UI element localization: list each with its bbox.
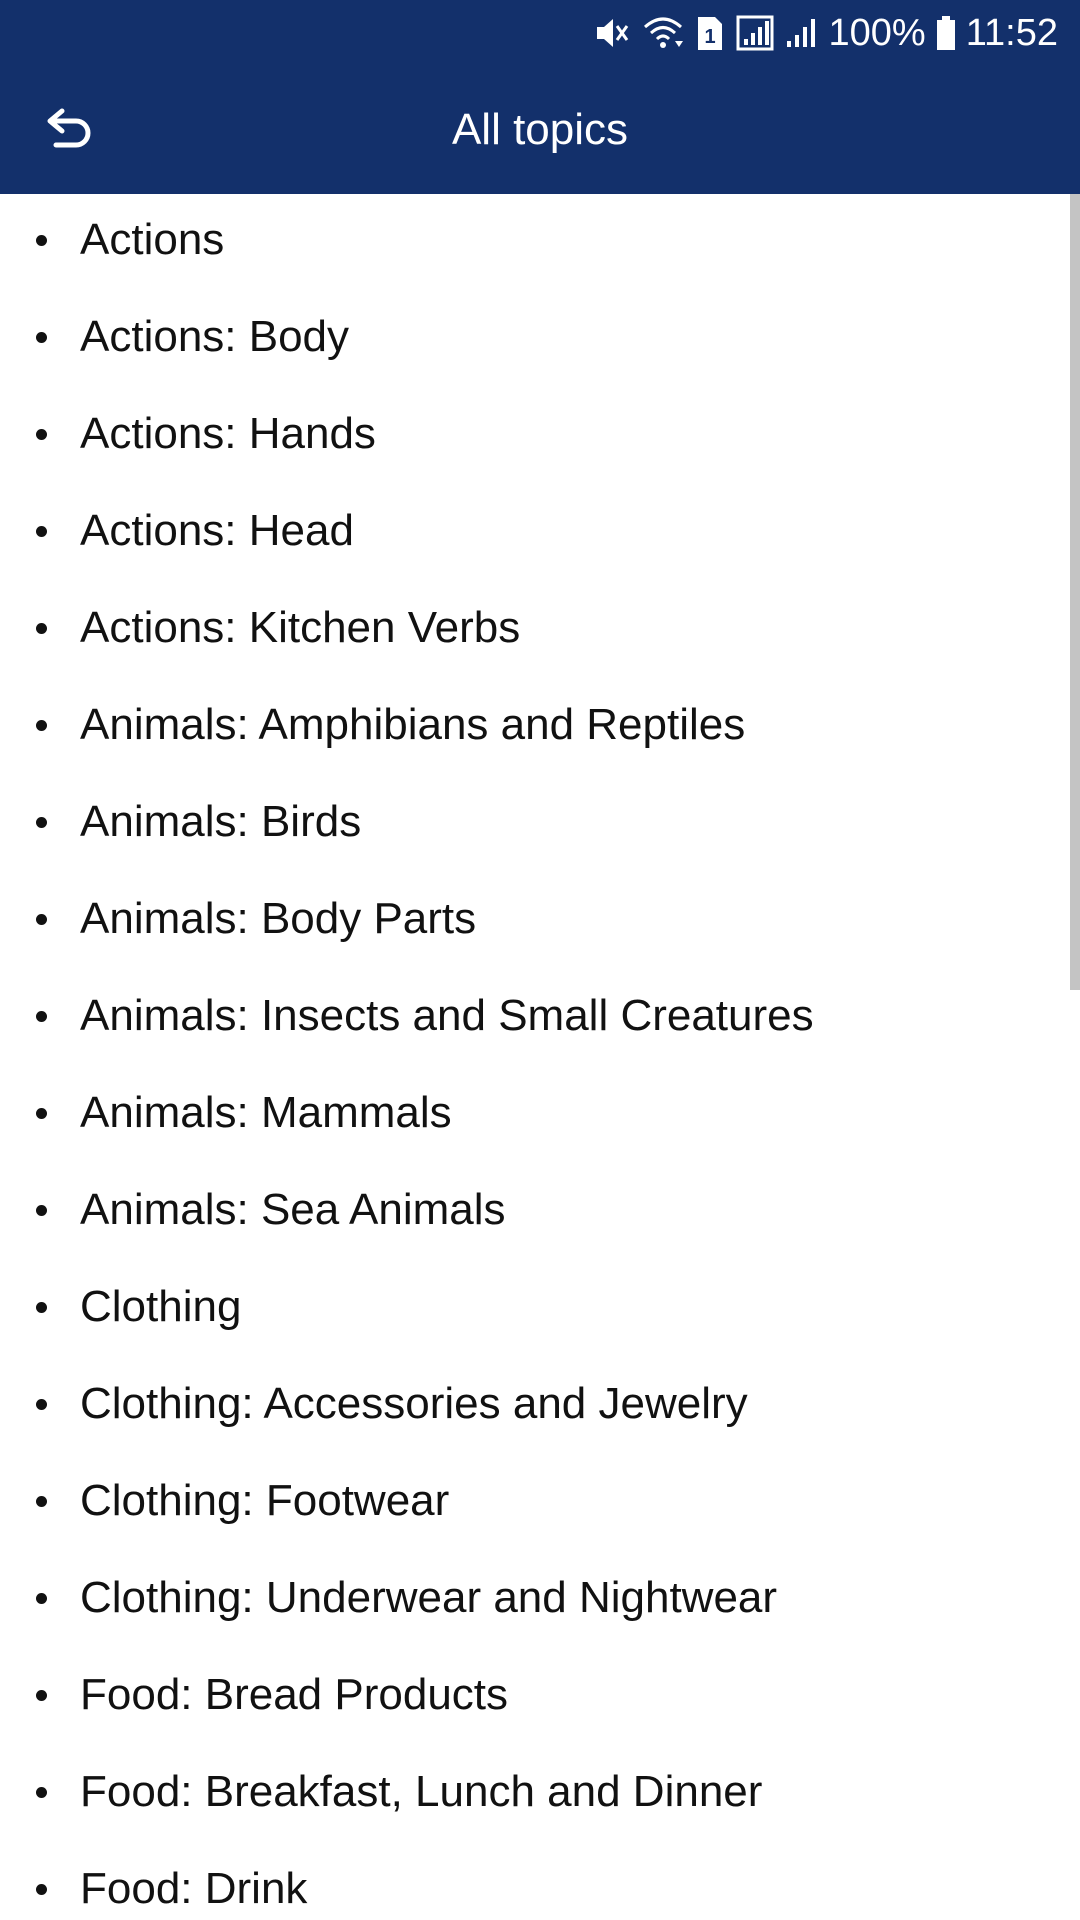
bullet-icon bbox=[36, 1593, 47, 1604]
bullet-icon bbox=[36, 1496, 47, 1507]
topic-list: Actions Actions: Body Actions: Hands Action… bbox=[0, 204, 1080, 1920]
topic-list-item[interactable]: Animals: Sea Animals bbox=[0, 1174, 1080, 1271]
bullet-icon bbox=[36, 1205, 47, 1216]
topic-list-item[interactable]: Actions: Kitchen Verbs bbox=[0, 592, 1080, 689]
wifi-icon bbox=[641, 13, 685, 53]
topic-label: Animals: Body Parts bbox=[80, 894, 477, 943]
topic-label: Food: Drink bbox=[80, 1864, 308, 1913]
battery-icon bbox=[936, 13, 956, 53]
topic-label: Animals: Sea Animals bbox=[80, 1185, 506, 1234]
topic-label: Clothing: Accessories and Jewelry bbox=[80, 1379, 748, 1428]
page-title: All topics bbox=[451, 105, 629, 154]
topic-list-item[interactable]: Clothing: Accessories and Jewelry bbox=[0, 1368, 1080, 1465]
bullet-icon bbox=[36, 526, 47, 537]
mute-icon bbox=[591, 13, 631, 53]
bullet-icon bbox=[36, 1690, 47, 1701]
topic-list-item[interactable]: Animals: Body Parts bbox=[0, 883, 1080, 980]
battery-percent: 100% bbox=[828, 11, 926, 54]
bullet-icon bbox=[36, 623, 47, 634]
topic-label: Actions: Kitchen Verbs bbox=[80, 603, 521, 652]
clock: 11:52 bbox=[965, 11, 1058, 54]
bullet-icon bbox=[36, 817, 47, 828]
bullet-icon bbox=[36, 720, 47, 731]
topic-list-item[interactable]: Clothing bbox=[0, 1271, 1080, 1368]
topic-list-item[interactable]: Food: Bread Products bbox=[0, 1659, 1080, 1756]
topic-list-item[interactable]: Actions: Head bbox=[0, 495, 1080, 592]
topic-label: Clothing: Footwear bbox=[80, 1476, 450, 1525]
bullet-icon bbox=[36, 1399, 47, 1410]
bullet-icon bbox=[36, 429, 47, 440]
app-bar: All topics bbox=[0, 66, 1080, 194]
topic-label: Food: Breakfast, Lunch and Dinner bbox=[80, 1767, 763, 1816]
bullet-icon bbox=[36, 1108, 47, 1119]
topic-label: Animals: Birds bbox=[80, 797, 362, 846]
sim-icon: 1 bbox=[695, 13, 725, 53]
bullet-icon bbox=[36, 332, 47, 343]
topic-label: Actions bbox=[80, 215, 225, 264]
topic-list-item[interactable]: Actions: Hands bbox=[0, 398, 1080, 495]
status-icons: 1 100% 11:52 bbox=[591, 0, 1058, 66]
topic-list-item[interactable]: Food: Drink bbox=[0, 1853, 1080, 1920]
bullet-icon bbox=[36, 1787, 47, 1798]
bullet-icon bbox=[36, 1884, 47, 1895]
topic-list-item[interactable]: Animals: Birds bbox=[0, 786, 1080, 883]
svg-text:1: 1 bbox=[704, 26, 715, 48]
topic-list-item[interactable]: Food: Breakfast, Lunch and Dinner bbox=[0, 1756, 1080, 1853]
topic-label: Animals: Mammals bbox=[80, 1088, 452, 1137]
topic-list-container[interactable]: Actions Actions: Body Actions: Hands Action… bbox=[0, 194, 1080, 1920]
topic-list-item[interactable]: Actions bbox=[0, 204, 1080, 301]
scrollbar[interactable] bbox=[1070, 194, 1080, 990]
bullet-icon bbox=[36, 1011, 47, 1022]
topic-label: Actions: Head bbox=[80, 506, 354, 555]
topic-list-item[interactable]: Animals: Insects and Small Creatures bbox=[0, 980, 1080, 1077]
bullet-icon bbox=[36, 1302, 47, 1313]
topic-label: Food: Bread Products bbox=[80, 1670, 509, 1719]
topic-label: Actions: Body bbox=[80, 312, 350, 361]
topic-list-item[interactable]: Clothing: Footwear bbox=[0, 1465, 1080, 1562]
topic-list-item[interactable]: Actions: Body bbox=[0, 301, 1080, 398]
signal-icon bbox=[735, 13, 775, 53]
topic-label: Clothing bbox=[80, 1282, 242, 1331]
bullet-icon bbox=[36, 914, 47, 925]
topic-label: Clothing: Underwear and Nightwear bbox=[80, 1573, 778, 1622]
bullet-icon bbox=[36, 235, 47, 246]
topic-list-item[interactable]: Clothing: Underwear and Nightwear bbox=[0, 1562, 1080, 1659]
topic-label: Animals: Amphibians and Reptiles bbox=[80, 700, 746, 749]
topic-list-item[interactable]: Animals: Mammals bbox=[0, 1077, 1080, 1174]
topic-label: Animals: Insects and Small Creatures bbox=[80, 991, 814, 1040]
signal-weak-icon bbox=[785, 13, 819, 53]
status-bar: 1 100% 11:52 bbox=[0, 0, 1080, 66]
topic-list-item[interactable]: Animals: Amphibians and Reptiles bbox=[0, 689, 1080, 786]
topic-label: Actions: Hands bbox=[80, 409, 376, 458]
